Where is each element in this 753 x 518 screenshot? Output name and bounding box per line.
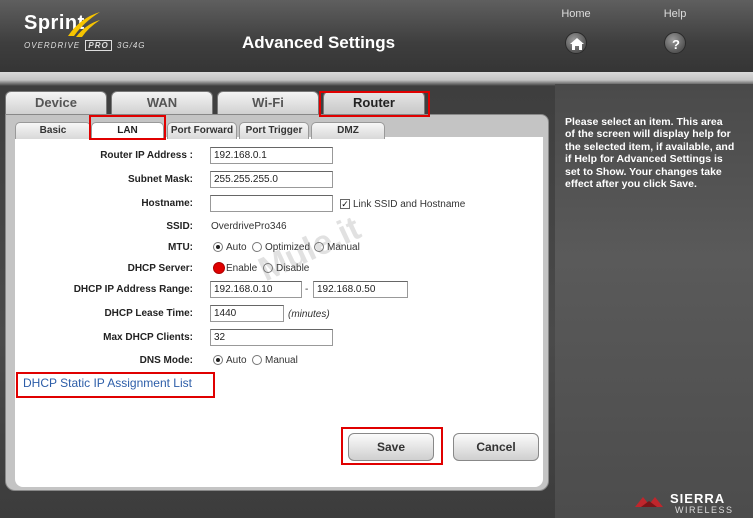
max-clients-label: Max DHCP Clients: bbox=[103, 332, 193, 343]
home-link[interactable]: Home bbox=[546, 8, 606, 20]
tab-device[interactable]: Device bbox=[5, 91, 107, 115]
dns-auto-radio[interactable] bbox=[213, 355, 223, 365]
help-text: Please select an item. This area of the … bbox=[565, 116, 735, 191]
help-link[interactable]: Help bbox=[645, 8, 705, 20]
subtab-basic[interactable]: Basic bbox=[15, 122, 91, 139]
dns-manual-radio[interactable] bbox=[252, 355, 262, 365]
router-ip-input[interactable] bbox=[210, 147, 333, 164]
hostname-label: Hostname: bbox=[141, 198, 193, 209]
dns-auto-label: Auto bbox=[226, 355, 247, 366]
lease-time-unit: (minutes) bbox=[288, 309, 330, 320]
subtab-lan[interactable]: LAN bbox=[91, 122, 164, 139]
hostname-input[interactable] bbox=[210, 195, 333, 212]
dhcp-range-end-input[interactable] bbox=[313, 281, 408, 298]
product-tag: PRO bbox=[85, 40, 112, 51]
ssid-label: SSID: bbox=[166, 221, 193, 232]
link-ssid-label: Link SSID and Hostname bbox=[353, 199, 466, 210]
subnet-mask-label: Subnet Mask: bbox=[127, 174, 193, 185]
help-icon[interactable]: ? bbox=[664, 32, 686, 54]
dhcp-server-label: DHCP Server: bbox=[127, 263, 193, 274]
tab-wifi[interactable]: Wi-Fi bbox=[217, 91, 319, 115]
dhcp-range-separator: - bbox=[305, 284, 309, 295]
home-icon[interactable] bbox=[565, 32, 587, 54]
sprint-wing-icon bbox=[68, 12, 100, 37]
wireless-brand: WIRELESS bbox=[675, 505, 734, 515]
dhcp-enable-label: Enable bbox=[226, 263, 258, 274]
mtu-auto-label: Auto bbox=[226, 242, 247, 253]
dhcp-range-label: DHCP IP Address Range: bbox=[73, 284, 193, 295]
product-name: OVERDRIVE bbox=[24, 41, 81, 50]
app-header: Sprint OVERDRIVE PRO 3G/4G Advanced Sett… bbox=[0, 0, 753, 72]
lease-time-input[interactable] bbox=[210, 305, 284, 322]
router-ip-label: Router IP Address : bbox=[100, 150, 193, 161]
svg-text:?: ? bbox=[672, 37, 680, 52]
dhcp-range-start-input[interactable] bbox=[210, 281, 302, 298]
tab-wan[interactable]: WAN bbox=[111, 91, 213, 115]
subtab-port-trigger[interactable]: Port Trigger bbox=[239, 122, 309, 139]
mtu-label: MTU: bbox=[168, 242, 193, 253]
subtab-port-forward[interactable]: Port Forward bbox=[167, 122, 237, 139]
subnet-mask-input[interactable] bbox=[210, 171, 333, 188]
product-suffix: 3G/4G bbox=[116, 41, 146, 50]
max-clients-input[interactable] bbox=[210, 329, 333, 346]
sierra-logo-icon bbox=[635, 497, 663, 507]
tab-router[interactable]: Router bbox=[323, 91, 425, 115]
mtu-auto-radio[interactable] bbox=[213, 242, 223, 252]
sierra-brand: SIERRA bbox=[670, 491, 726, 506]
page-title: Advanced Settings bbox=[242, 33, 396, 52]
save-button[interactable]: Save bbox=[348, 433, 434, 461]
cancel-button[interactable]: Cancel bbox=[453, 433, 539, 461]
product-logo: OVERDRIVE PRO 3G/4G bbox=[24, 40, 146, 51]
link-ssid-checkbox[interactable]: ✓ bbox=[340, 199, 350, 209]
dns-mode-label: DNS Mode: bbox=[139, 355, 193, 366]
ssid-value: OverdrivePro346 bbox=[211, 221, 287, 232]
dhcp-static-list-link[interactable]: DHCP Static IP Assignment List bbox=[23, 376, 192, 390]
dhcp-enable-radio[interactable] bbox=[213, 262, 225, 274]
dns-manual-label: Manual bbox=[265, 355, 298, 366]
lease-time-label: DHCP Lease Time: bbox=[104, 308, 193, 319]
subtab-dmz[interactable]: DMZ bbox=[311, 122, 385, 139]
